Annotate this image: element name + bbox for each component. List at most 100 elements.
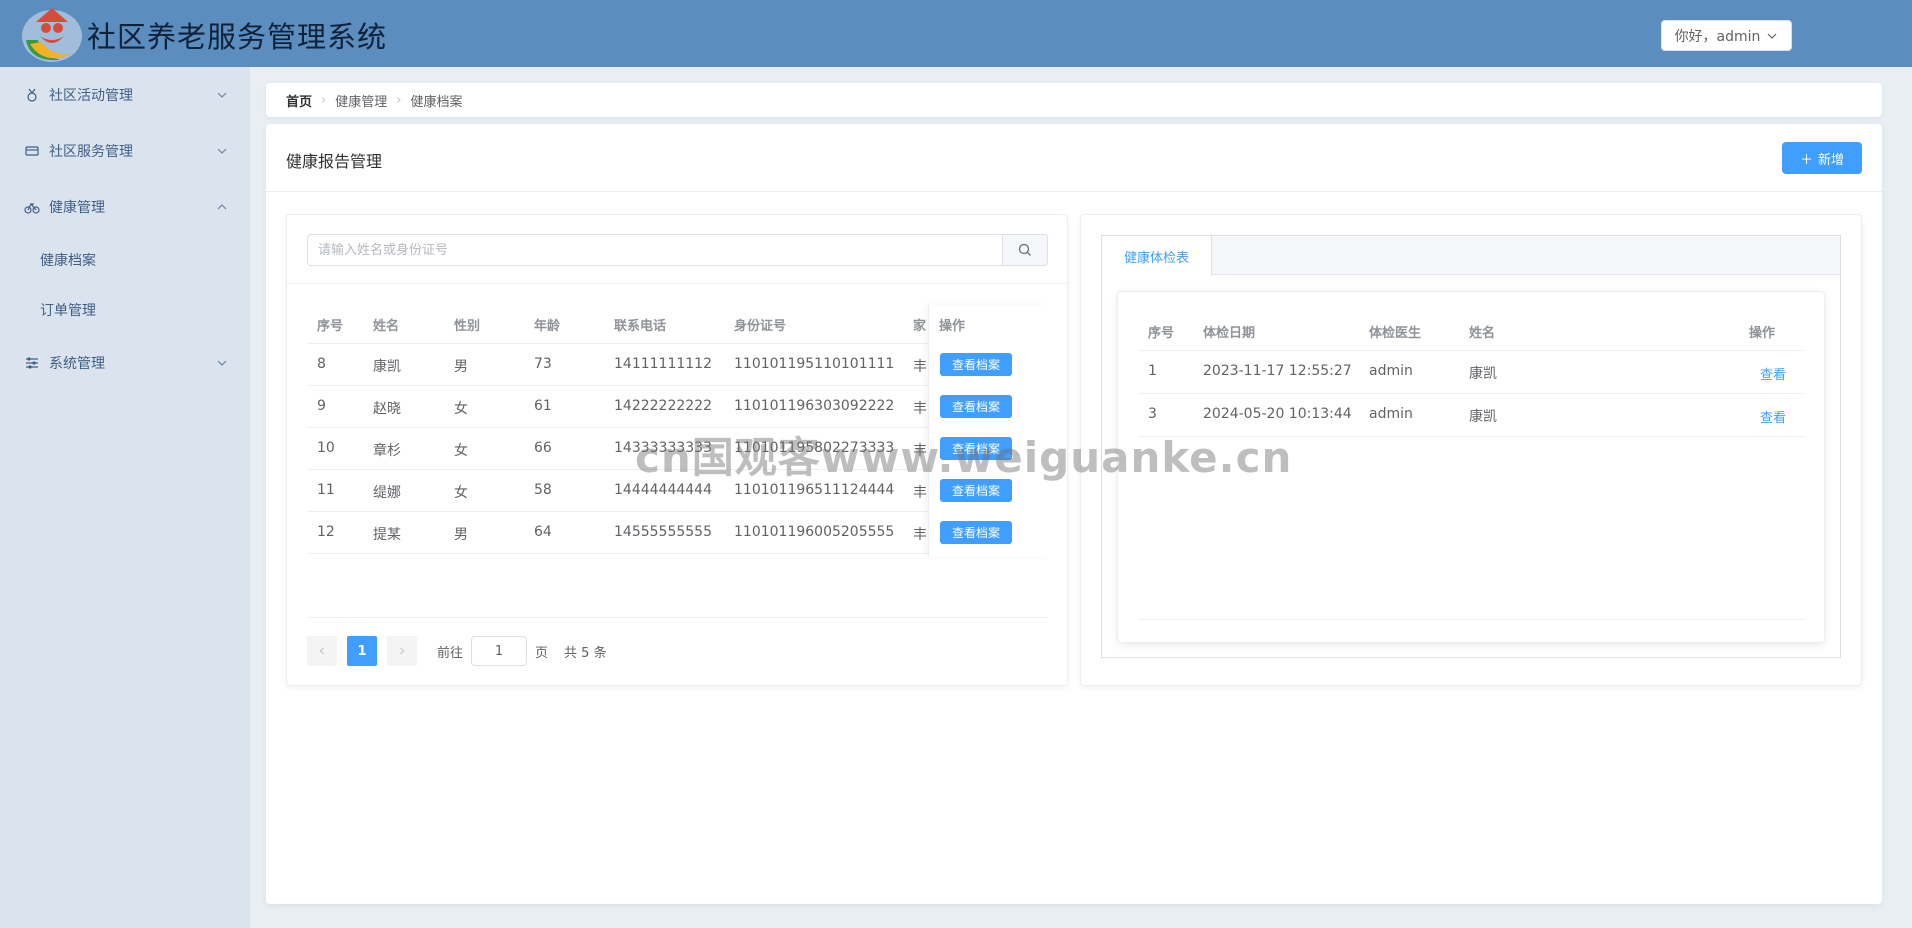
cell-name: 康凯 xyxy=(373,359,401,375)
breadcrumb-separator: › xyxy=(396,92,402,108)
cell-id: 110101195110101111 xyxy=(734,356,895,372)
cell-gender: 女 xyxy=(454,401,468,417)
add-button-label: 新增 xyxy=(1818,152,1845,168)
cell-age: 66 xyxy=(534,440,552,456)
pagination: 1 前往 页 共 5 条 xyxy=(307,635,607,667)
chevron-down-icon xyxy=(217,360,227,366)
main-card: 健康报告管理 ＋ 新增 序号 姓名 性别 年龄 联系电话 身份证号 家 8 康凯… xyxy=(266,124,1882,904)
cell-name: 提某 xyxy=(373,527,401,543)
plus-icon: ＋ xyxy=(1799,152,1813,168)
table-row: 1 2023-11-17 12:55:27 admin 康凯 查看 xyxy=(1138,350,1804,393)
search-input[interactable] xyxy=(307,234,1002,266)
cell-age: 61 xyxy=(534,398,552,414)
view-record-button[interactable]: 查看档案 xyxy=(940,521,1012,544)
next-page-button[interactable] xyxy=(387,636,417,666)
add-button[interactable]: ＋ 新增 xyxy=(1782,142,1862,174)
watermark: cn国观客www.weiguanke.cn xyxy=(635,433,1293,482)
chevron-down-icon xyxy=(217,148,227,154)
column-header: 性别 xyxy=(454,319,481,334)
view-record-button[interactable]: 查看档案 xyxy=(940,353,1012,376)
column-header: 体检日期 xyxy=(1203,326,1256,341)
sidebar-subitem-label: 健康档案 xyxy=(40,253,96,269)
top-header: 社区养老服务管理系统 你好，admin xyxy=(0,0,1912,67)
cell-age: 73 xyxy=(534,356,552,372)
cell-no: 3 xyxy=(1148,406,1157,422)
sidebar-subitem-health-records[interactable]: 健康档案 xyxy=(0,235,250,285)
cell-date: 2023-11-17 12:55:27 xyxy=(1203,363,1352,379)
cell-id: 110101196303092222 xyxy=(734,398,895,414)
chevron-up-icon xyxy=(217,204,227,210)
sidebar-item-community-service[interactable]: 社区服务管理 xyxy=(0,123,250,179)
cell-address: 丰 xyxy=(913,527,927,543)
cell-gender: 男 xyxy=(454,527,468,543)
total-count: 共 5 条 xyxy=(564,645,607,661)
chevron-down-icon xyxy=(217,92,227,98)
cell-no: 10 xyxy=(317,440,335,456)
column-header: 序号 xyxy=(1148,326,1175,341)
sidebar-item-label: 系统管理 xyxy=(49,356,105,372)
breadcrumb: 首页 › 健康管理 › 健康档案 xyxy=(266,83,1882,117)
divider xyxy=(1138,619,1804,620)
sidebar-subitem-label: 订单管理 xyxy=(40,303,96,319)
cell-no: 9 xyxy=(317,398,326,414)
divider xyxy=(307,617,1048,618)
medal-icon xyxy=(27,88,37,102)
sidebar-item-label: 健康管理 xyxy=(49,200,105,216)
view-record-button[interactable]: 查看档案 xyxy=(940,395,1012,418)
cell-address: 丰 xyxy=(913,401,927,417)
view-link[interactable]: 查看 xyxy=(1760,407,1786,426)
cell-no: 1 xyxy=(1148,363,1157,379)
cell-doctor: admin xyxy=(1369,363,1413,379)
breadcrumb-current: 健康档案 xyxy=(410,94,463,110)
column-header: 家 xyxy=(913,319,927,334)
cell-address: 丰 xyxy=(913,359,927,375)
cell-gender: 女 xyxy=(454,485,468,501)
goto-page-input[interactable] xyxy=(471,636,528,666)
breadcrumb-home[interactable]: 首页 xyxy=(286,91,312,110)
tab-checkup-form[interactable]: 健康体检表 xyxy=(1102,236,1212,276)
cell-phone: 14222222222 xyxy=(614,398,712,414)
column-header: 操作 xyxy=(1749,326,1776,341)
breadcrumb-health[interactable]: 健康管理 xyxy=(335,91,387,110)
service-icon xyxy=(25,146,39,156)
column-header: 操作 xyxy=(939,319,966,334)
cell-name: 赵晓 xyxy=(373,401,401,417)
cell-name: 章杉 xyxy=(373,443,401,459)
user-greeting: 你好，admin xyxy=(1674,28,1761,45)
sidebar-item-label: 社区服务管理 xyxy=(49,144,133,160)
sidebar-subitem-orders[interactable]: 订单管理 xyxy=(0,285,250,335)
chevron-down-icon xyxy=(1768,33,1777,39)
chevron-left-icon xyxy=(319,647,324,655)
column-header: 身份证号 xyxy=(734,319,787,334)
column-header: 联系电话 xyxy=(614,319,667,334)
cell-age: 58 xyxy=(534,482,552,498)
cell-no: 11 xyxy=(317,482,335,498)
sliders-icon xyxy=(26,357,38,369)
cell-id: 110101196005205555 xyxy=(734,524,895,540)
sidebar-item-system[interactable]: 系统管理 xyxy=(0,335,250,391)
column-header: 年龄 xyxy=(534,319,561,334)
cell-phone: 14555555555 xyxy=(614,524,712,540)
goto-label: 前往 xyxy=(437,645,464,661)
user-dropdown[interactable]: 你好，admin xyxy=(1661,20,1792,51)
page-number-button[interactable]: 1 xyxy=(347,636,377,666)
divider xyxy=(287,283,1067,284)
cell-address: 丰 xyxy=(913,485,927,501)
search-icon xyxy=(1018,243,1031,256)
sidebar-item-community-activity[interactable]: 社区活动管理 xyxy=(0,67,250,123)
page-title: 健康报告管理 xyxy=(286,152,383,171)
logo xyxy=(22,8,82,62)
cell-phone: 14111111112 xyxy=(614,356,712,372)
prev-page-button[interactable] xyxy=(307,636,337,666)
view-link[interactable]: 查看 xyxy=(1760,364,1786,383)
column-header: 体检医生 xyxy=(1369,326,1422,341)
tabs-header: 健康体检表 xyxy=(1102,236,1840,276)
cell-gender: 女 xyxy=(454,443,468,459)
cell-age: 64 xyxy=(534,524,552,540)
cell-name: 康凯 xyxy=(1469,409,1497,425)
breadcrumb-separator: › xyxy=(321,92,327,108)
column-header: 姓名 xyxy=(1469,326,1496,341)
sidebar-item-label: 社区活动管理 xyxy=(49,88,133,104)
sidebar-item-health[interactable]: 健康管理 xyxy=(0,179,250,235)
search-button[interactable] xyxy=(1002,234,1048,266)
